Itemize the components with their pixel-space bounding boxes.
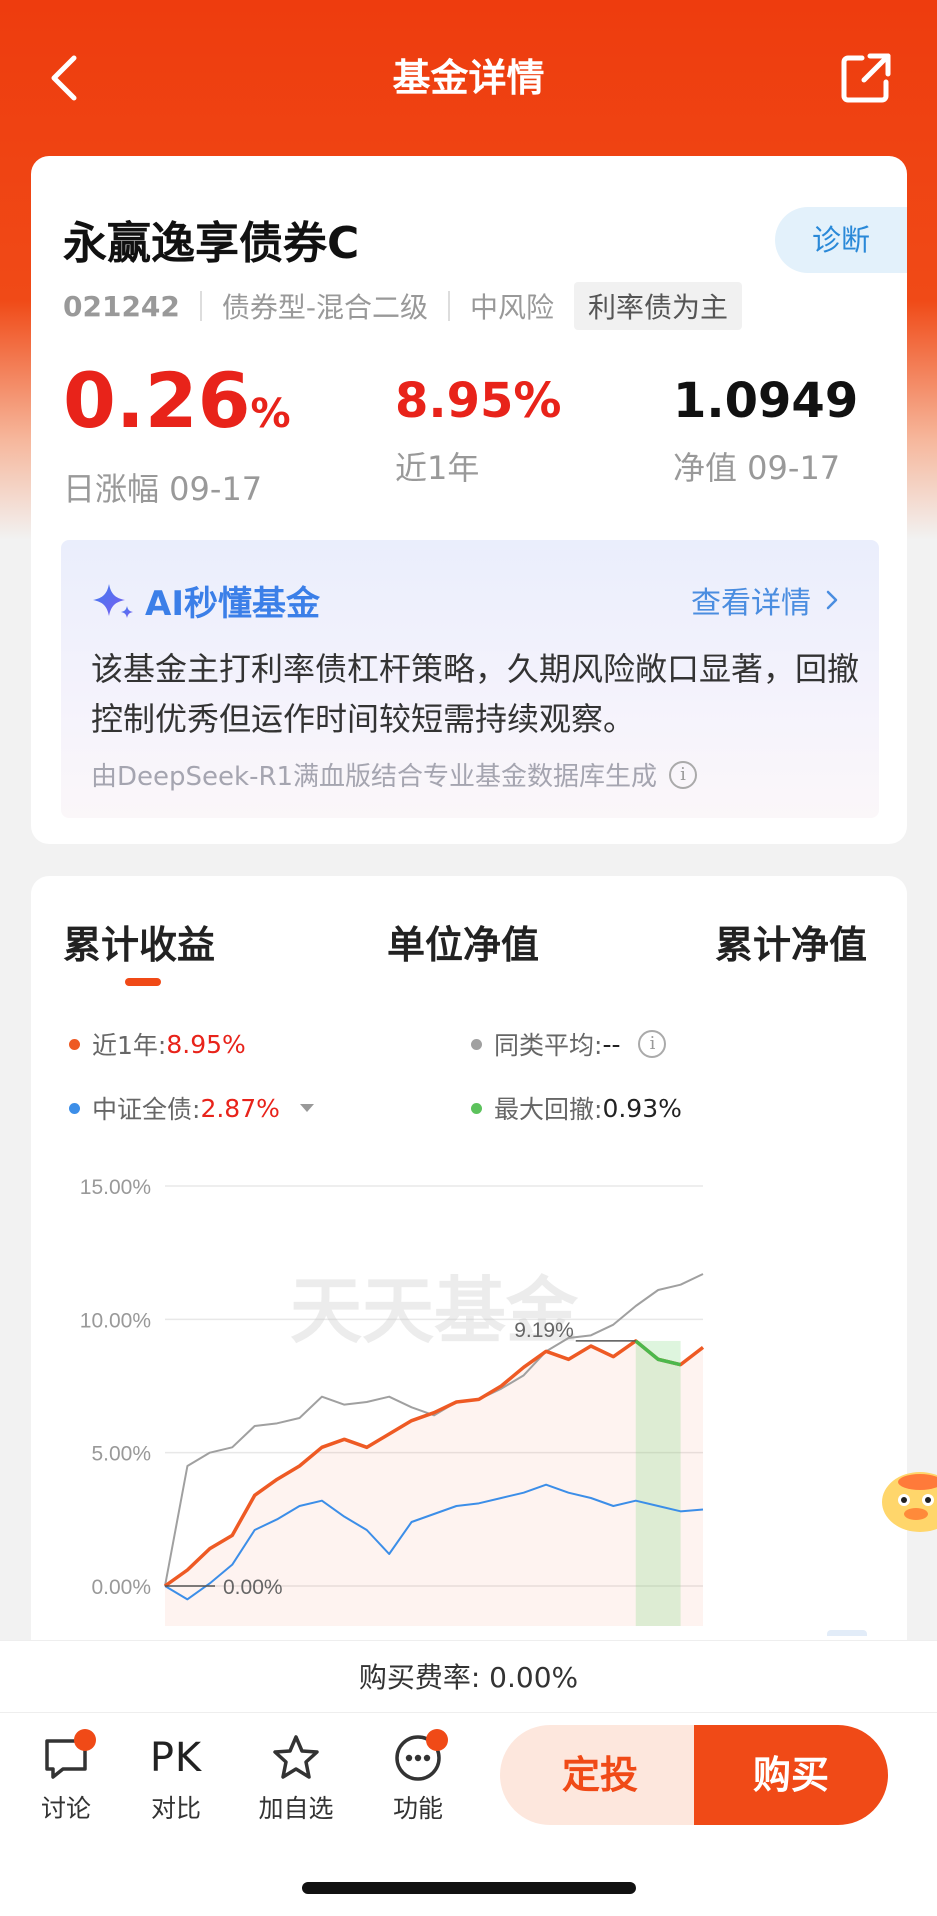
legend-drawdown-value: 0.93% [602,1093,682,1123]
legend-fund: 近1年: 8.95% [69,1026,246,1062]
nav-value: 1.0949 [673,373,859,429]
y-tick-label: 0.00% [91,1576,151,1599]
nav-label: 净值 09-17 [673,449,841,487]
ai-details-link[interactable]: 查看详情 [691,578,845,622]
legend-peer-value: -- [602,1029,621,1059]
nav-add-watchlist-label: 加自选 [258,1794,334,1823]
legend-peer: 同类平均: -- i [471,1026,667,1062]
return-chart[interactable]: 15.00%10.00%5.00%0.00%天天基金9.19%0.00% [31,1166,907,1636]
legend-index[interactable]: 中证全债: 2.87% [69,1090,316,1126]
notification-badge [74,1729,96,1751]
daily-change-value: 0.26% [63,356,291,445]
nav-discuss-label: 讨论 [40,1794,91,1823]
y-tick-label: 15.00% [80,1176,151,1199]
legend-dot [69,1102,80,1114]
home-indicator-area [0,1836,937,1916]
star-icon [273,1735,319,1779]
legend-dot [471,1102,482,1114]
divider [448,291,451,321]
peak-label: 9.19% [514,1319,574,1342]
ai-summary-text: 该基金主打利率债杠杆策略，久期风险敞口显著，回撤控制优秀但运作时间较短需持续观察… [91,650,860,738]
pk-icon: PK [149,1735,203,1781]
one-year-label: 近1年 [395,449,480,487]
bottom-action-bar: 讨论 PK 对比 加自选 功能 定投 购买 [0,1712,937,1836]
legend-dot [69,1038,80,1050]
daily-change-stat: 0.26% 日涨幅 09-17 [63,356,291,511]
tab-cumulative-return[interactable]: 累计收益 [63,912,215,978]
tab-unit-nav[interactable]: 单位净值 [387,912,539,978]
home-indicator[interactable] [302,1882,636,1894]
tab-cumulative-nav[interactable]: 累计净值 [715,912,867,978]
daily-change-label: 日涨幅 09-17 [63,470,263,508]
fund-type: 债券型-混合二级 [221,291,429,324]
nav-compare[interactable]: PK 对比 [128,1729,224,1827]
ai-summary-card: AI秒懂基金 查看详情 该基金主打利率债杠杆策略，久期风险敞口显著，回撤控制优秀… [31,536,907,844]
nav-add-watchlist[interactable]: 加自选 [248,1729,344,1827]
legend-peer-label: 同类平均: [494,1031,603,1060]
ai-title-text: AI秒懂基金 [145,584,320,624]
fund-info-card: 永赢逸享债券C 诊断 021242 债券型-混合二级 中风险 利率债为主 0.2… [31,156,907,538]
nav-discuss[interactable]: 讨论 [18,1729,114,1827]
fund-tag: 利率债为主 [574,282,743,330]
info-icon[interactable]: i [669,760,698,789]
chevron-right-icon [826,590,838,610]
fund-code: 021242 [63,289,180,323]
legend-drawdown: 最大回撤: 0.93% [471,1090,682,1126]
ai-details-label: 查看详情 [691,586,811,621]
diagnose-button[interactable]: 诊断 [775,207,907,273]
fund-name: 永赢逸享债券C [63,218,360,269]
nav-functions[interactable]: 功能 [370,1729,466,1827]
ai-title: AI秒懂基金 [91,576,320,625]
nav-functions-label: 功能 [392,1794,443,1823]
share-button[interactable] [840,52,892,104]
sparkle-icon [93,583,133,618]
divider [199,291,202,321]
nav-stat: 1.0949 净值 09-17 [673,356,858,490]
start-label: 0.00% [223,1576,283,1599]
share-external-icon [841,53,891,103]
tab-active-indicator [125,978,161,986]
one-year-stat: 8.95% 近1年 [395,356,562,490]
y-tick-label: 5.00% [91,1443,151,1466]
fund-risk: 中风险 [470,291,555,324]
buy-button[interactable]: 购买 [694,1725,888,1825]
caret-down-icon [299,1104,314,1112]
top-bar: 基金详情 [0,0,937,155]
ai-summary-panel[interactable]: AI秒懂基金 查看详情 该基金主打利率债杠杆策略，久期风险敞口显著，回撤控制优秀… [61,540,879,818]
notification-badge [426,1729,448,1751]
drawdown-band [635,1340,681,1626]
legend-index-label: 中证全债: [92,1095,201,1124]
mascot-icon[interactable] [880,1456,937,1540]
legend-drawdown-label: 最大回撤: [494,1095,603,1124]
legend-dot [471,1038,482,1050]
legend-fund-value: 8.95% [166,1029,246,1059]
expand-icon [827,1630,867,1636]
ai-footnote-text: 由DeepSeek-R1满血版结合专业基金数据库生成 [91,762,658,792]
one-year-value: 8.95% [395,373,562,429]
purchase-fee: 购买费率: 0.00% [0,1640,937,1714]
y-tick-label: 10.00% [80,1309,151,1332]
legend-index-value: 2.87% [200,1093,280,1123]
auto-invest-button[interactable]: 定投 [500,1725,700,1825]
legend-fund-label: 近1年: [92,1031,167,1060]
nav-compare-label: 对比 [150,1794,201,1823]
info-icon[interactable]: i [638,1030,667,1058]
page-title: 基金详情 [392,56,545,100]
ai-footnote: 由DeepSeek-R1满血版结合专业基金数据库生成 i [91,756,698,793]
fund-tags: 021242 债券型-混合二级 中风险 利率债为主 [63,282,743,330]
